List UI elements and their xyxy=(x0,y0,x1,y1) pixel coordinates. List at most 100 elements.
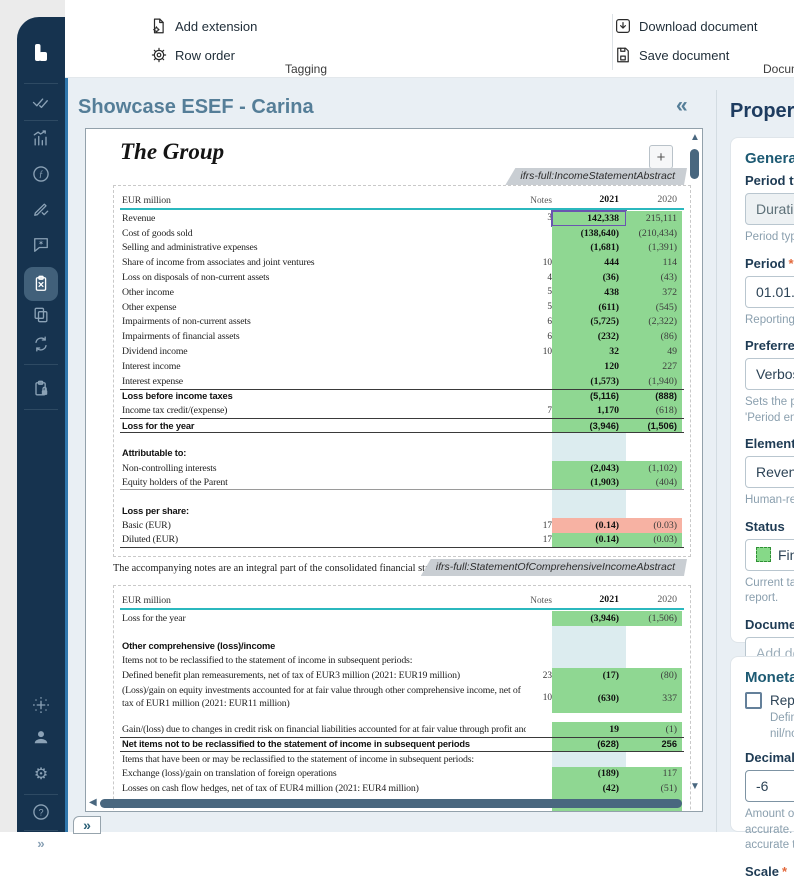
fact-cell-2021[interactable]: (17) xyxy=(552,668,626,683)
fact-cell-2020[interactable] xyxy=(626,639,682,654)
sidebar-item-user[interactable] xyxy=(24,720,58,754)
add-extension-button[interactable]: Add extension xyxy=(150,17,257,35)
fact-cell-2020[interactable]: 256 xyxy=(626,738,682,751)
scroll-down-icon[interactable]: ▼ xyxy=(690,781,700,792)
field-input[interactable]: Verbose label xyxy=(745,358,794,390)
fact-cell-2021[interactable]: (3,946) xyxy=(552,419,626,432)
fact-cell-2020[interactable]: (43) xyxy=(626,270,682,285)
download-document-button[interactable]: Download document xyxy=(614,17,758,35)
fact-cell-2020[interactable]: (888) xyxy=(626,390,682,404)
fact-cell-2021[interactable]: (611) xyxy=(552,300,626,315)
fact-cell-2020[interactable]: 372 xyxy=(626,285,682,300)
fact-cell-2020[interactable]: (618) xyxy=(626,403,682,418)
fact-cell-2020[interactable] xyxy=(626,446,682,461)
zoom-in-button[interactable]: + xyxy=(649,145,673,169)
sidebar-item-comment-star[interactable]: ✶ xyxy=(24,228,58,262)
fact-cell-2020[interactable]: 227 xyxy=(626,359,682,374)
bottom-panel-expander[interactable]: » xyxy=(73,816,101,834)
fact-cell-2021[interactable]: 120 xyxy=(552,359,626,374)
fact-cell-2021[interactable]: (232) xyxy=(552,329,626,344)
fact-cell-2021[interactable]: (1,573) xyxy=(552,374,626,389)
fact-cell-2020[interactable]: 117 xyxy=(626,767,682,782)
fact-cell-2020[interactable]: (51) xyxy=(626,781,682,796)
xbrl-tag-income-statement[interactable]: ifrs-full:IncomeStatementAbstract xyxy=(505,168,687,185)
fact-cell-2020[interactable]: (86) xyxy=(626,329,682,344)
fact-cell-2020[interactable]: (1,391) xyxy=(626,241,682,256)
fact-cell-2021[interactable]: 444 xyxy=(552,255,626,270)
fact-cell-2020[interactable]: 337 xyxy=(626,683,682,713)
fact-cell-2020[interactable] xyxy=(626,433,682,446)
fact-cell-2020[interactable] xyxy=(626,626,682,639)
sidebar-item-settings-gear[interactable]: ⚙ xyxy=(24,757,58,791)
sidebar-item-expand[interactable]: » xyxy=(24,827,58,861)
scroll-left-icon[interactable]: ◀ xyxy=(89,797,97,808)
fact-cell-2021[interactable]: (1,903) xyxy=(552,476,626,490)
fact-cell-2020[interactable]: (210,434) xyxy=(626,226,682,241)
sidebar-item-formula[interactable]: ƒ xyxy=(24,157,58,191)
fact-cell-2021[interactable]: (5,725) xyxy=(552,315,626,330)
fact-cell-2021[interactable]: (42) xyxy=(552,781,626,796)
fact-cell-2020[interactable] xyxy=(626,490,682,503)
sidebar-item-sync[interactable] xyxy=(24,327,58,361)
fact-cell-2021[interactable]: 438 xyxy=(552,285,626,300)
fact-cell-2020[interactable] xyxy=(626,503,682,518)
fact-cell-2021[interactable] xyxy=(552,654,626,669)
fact-cell-2020[interactable]: 114 xyxy=(626,255,682,270)
field-input[interactable]: Revenue xyxy=(745,456,794,488)
fact-cell-2021[interactable]: 32 xyxy=(552,344,626,359)
fact-cell-2020[interactable]: 49 xyxy=(626,344,682,359)
fact-cell-2021[interactable]: (0.14) xyxy=(552,518,626,533)
fact-cell-2021[interactable]: (5,116) xyxy=(552,390,626,404)
sidebar-item-check-double[interactable] xyxy=(24,85,58,119)
fact-cell-2020[interactable]: (1,102) xyxy=(626,461,682,476)
fact-cell-2020[interactable]: (0.03) xyxy=(626,518,682,533)
fact-cell-2021[interactable]: 1,170 xyxy=(552,403,626,418)
collapse-panel-button[interactable]: « xyxy=(676,94,688,118)
fact-cell-2021[interactable]: (138,640) xyxy=(552,226,626,241)
row-order-button[interactable]: Row order xyxy=(150,46,235,64)
fact-cell-2021[interactable]: (36) xyxy=(552,270,626,285)
sidebar-item-clipboard-x[interactable] xyxy=(24,267,58,301)
fact-cell-2020[interactable]: 215,111 xyxy=(626,211,682,226)
fact-cell-2021[interactable]: (3,946) xyxy=(552,611,626,626)
fact-cell-2021[interactable] xyxy=(552,433,626,446)
fact-cell-2021[interactable]: (630) xyxy=(552,683,626,713)
field-input[interactable]: Duration xyxy=(745,193,794,225)
fact-cell-2020[interactable]: (1,940) xyxy=(626,374,682,389)
scroll-up-icon[interactable]: ▲ xyxy=(690,132,700,143)
sidebar-item-ai-sparkle[interactable] xyxy=(24,688,58,722)
fact-cell-2021[interactable] xyxy=(552,639,626,654)
field-input[interactable]: -6 xyxy=(745,770,794,802)
vertical-scrollbar-thumb[interactable] xyxy=(690,149,699,179)
fact-cell-2021[interactable] xyxy=(552,503,626,518)
fact-cell-2021[interactable]: (0.14) xyxy=(552,533,626,547)
fact-cell-2021[interactable] xyxy=(552,752,626,767)
fact-cell-2020[interactable]: (404) xyxy=(626,476,682,490)
sidebar-item-clipboard-lock[interactable] xyxy=(24,372,58,406)
fact-cell-2021[interactable]: (189) xyxy=(552,767,626,782)
fact-cell-2021[interactable]: 19 xyxy=(552,722,626,737)
sidebar-item-edit-check[interactable] xyxy=(24,192,58,226)
report-as-nil-checkbox[interactable] xyxy=(745,692,762,709)
fact-cell-2020[interactable] xyxy=(626,752,682,767)
sidebar-item-help[interactable]: ? xyxy=(24,795,58,829)
fact-cell-2020[interactable]: (1,506) xyxy=(626,419,682,432)
fact-cell-2020[interactable] xyxy=(626,654,682,669)
fact-cell-2020[interactable]: (2,322) xyxy=(626,315,682,330)
field-input[interactable]: Final xyxy=(745,539,794,571)
fact-cell-2020[interactable]: (545) xyxy=(626,300,682,315)
sidebar-item-bar-chart[interactable] xyxy=(24,122,58,156)
field-input[interactable]: 01.01.2021 - 31.12.2021 xyxy=(745,276,794,308)
fact-cell-2021[interactable] xyxy=(552,446,626,461)
fact-cell-2020[interactable]: (1) xyxy=(626,722,682,737)
fact-cell-2021[interactable]: 142,338 xyxy=(552,211,626,226)
fact-cell-2021[interactable] xyxy=(552,626,626,639)
save-document-button[interactable]: Save document xyxy=(614,46,729,64)
fact-cell-2021[interactable]: (628) xyxy=(552,738,626,751)
fact-cell-2020[interactable]: (0.03) xyxy=(626,533,682,547)
fact-cell-2021[interactable] xyxy=(552,490,626,503)
fact-cell-2020[interactable]: (80) xyxy=(626,668,682,683)
fact-cell-2021[interactable]: (2,043) xyxy=(552,461,626,476)
horizontal-scrollbar-thumb[interactable] xyxy=(100,799,682,808)
fact-cell-2020[interactable]: (1,506) xyxy=(626,611,682,626)
